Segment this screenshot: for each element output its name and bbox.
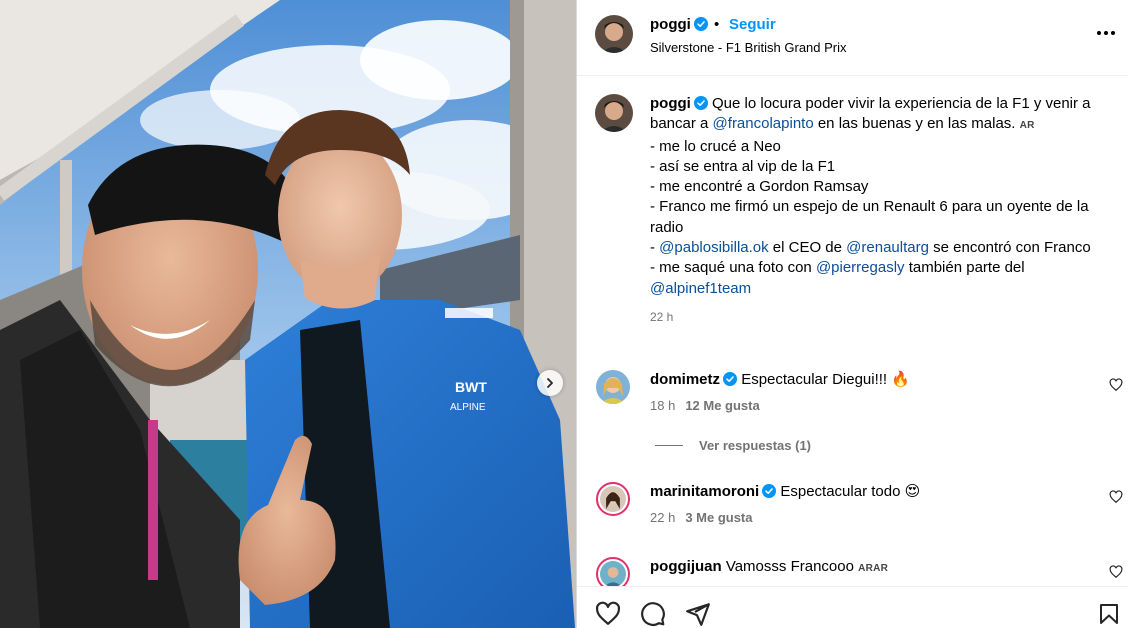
- commenter-username[interactable]: poggijuan: [650, 558, 722, 575]
- commenter-avatar[interactable]: [596, 482, 630, 516]
- caption-line: se encontró con Franco: [928, 239, 1091, 257]
- mention-link[interactable]: @alpinef1team: [650, 280, 751, 297]
- avatar-image: [595, 94, 633, 132]
- caption-item: - me lo crucé a Neo: [650, 137, 781, 155]
- post-header: poggi • Seguir Silverstone - F1 British …: [577, 0, 1128, 76]
- avatar-image: [596, 370, 630, 404]
- comment-likes[interactable]: 3 Me gusta: [685, 510, 752, 525]
- comment-bubble-icon: [641, 602, 665, 626]
- svg-text:ALPINE: ALPINE: [450, 402, 486, 413]
- mention-link[interactable]: @francolapinto: [713, 115, 814, 132]
- verified-badge-icon: [723, 372, 738, 386]
- commenter-username[interactable]: marinitamoroni: [650, 483, 759, 500]
- chevron-right-icon: [547, 378, 553, 388]
- paper-plane-icon: [686, 603, 710, 626]
- next-image-button[interactable]: [537, 370, 563, 396]
- view-replies-button[interactable]: Ver respuestas (1): [655, 438, 811, 453]
- more-options-button[interactable]: [1097, 26, 1119, 40]
- bookmark-icon: [1100, 604, 1118, 624]
- comment-button[interactable]: [640, 601, 666, 627]
- caption-author-avatar[interactable]: [595, 94, 633, 132]
- post-media[interactable]: BWT ALPINE: [0, 0, 576, 628]
- comment-likes[interactable]: 12 Me gusta: [685, 398, 759, 413]
- comment-body: Espectacular Diegui!!! 🔥: [741, 371, 910, 388]
- caption-line: - me saqué una foto con: [650, 259, 816, 277]
- verified-badge-icon: [762, 484, 777, 498]
- post-viewer: BWT ALPINE poggi • Seguir Silverstone - …: [0, 0, 1128, 628]
- avatar-image: [600, 561, 626, 587]
- comment-time[interactable]: 18 h: [650, 398, 675, 413]
- more-dot-icon: [1111, 31, 1115, 35]
- caption-item: - así se entra al vip de la F1: [650, 157, 836, 175]
- comment-meta: 18 h 12 Me gusta: [650, 398, 760, 413]
- flag-ar-icon: AR: [1019, 120, 1035, 132]
- mention-link[interactable]: @renaultarg: [846, 239, 929, 256]
- author-username[interactable]: poggi: [650, 16, 708, 33]
- comment-text: domimetz Espectacular Diegui!!! 🔥: [650, 370, 910, 390]
- avatar-image: [600, 486, 626, 512]
- caption-line: en las buenas y en las malas.: [813, 115, 1020, 133]
- caption-username[interactable]: poggi: [650, 95, 691, 112]
- comment-text: poggijuan Vamosss Francooo ARAR: [650, 557, 888, 579]
- commenter-username[interactable]: domimetz: [650, 371, 720, 388]
- comment-time[interactable]: 22 h: [650, 510, 675, 525]
- view-replies-label[interactable]: Ver respuestas (1): [699, 438, 811, 453]
- caption-timestamp[interactable]: 22 h: [650, 307, 1114, 327]
- caption-item: - me saqué una foto con @pierregasly tam…: [650, 258, 1114, 299]
- more-dot-icon: [1097, 31, 1101, 35]
- like-comment-heart-icon[interactable]: [1109, 565, 1123, 579]
- like-comment-heart-icon[interactable]: [1109, 490, 1123, 504]
- caption-item: - me encontré a Gordon Ramsay: [650, 178, 869, 196]
- like-comment-heart-icon[interactable]: [1109, 378, 1123, 392]
- comment-meta: 22 h 3 Me gusta: [650, 510, 753, 525]
- comment-body: Vamosss Francooo: [725, 558, 859, 575]
- share-button[interactable]: [685, 601, 711, 627]
- follow-button[interactable]: Seguir: [729, 16, 776, 33]
- caption-line: -: [650, 239, 660, 257]
- replies-divider: [655, 445, 683, 446]
- caption-line: también parte del: [904, 259, 1025, 277]
- svg-text:BWT: BWT: [455, 379, 487, 395]
- mention-link[interactable]: @pablosibilla.ok: [659, 239, 768, 256]
- flag-ar-icon: ARAR: [858, 563, 889, 574]
- commenter-avatar[interactable]: [596, 370, 630, 404]
- comment-text: marinitamoroni Espectacular todo 😍: [650, 482, 920, 502]
- caption-item: - @pablosibilla.ok el CEO de @renaultarg…: [650, 238, 1114, 258]
- mention-link[interactable]: @pierregasly: [816, 259, 905, 276]
- like-button[interactable]: [595, 601, 621, 627]
- avatar-image: [595, 15, 633, 53]
- post-action-bar: [577, 586, 1128, 628]
- caption-text: poggi Que lo locura poder vivir la exper…: [650, 94, 1114, 327]
- verified-badge-icon: [693, 17, 708, 31]
- save-button[interactable]: [1097, 601, 1121, 627]
- post-location[interactable]: Silverstone - F1 British Grand Prix: [650, 40, 847, 55]
- caption-line: el CEO de: [768, 239, 847, 257]
- heart-icon: [595, 601, 621, 625]
- more-dot-icon: [1104, 31, 1108, 35]
- caption-item: - Franco me firmó un espejo de un Renaul…: [650, 198, 1089, 236]
- author-username-text[interactable]: poggi: [650, 16, 691, 33]
- verified-badge-icon: [693, 96, 708, 110]
- author-avatar[interactable]: [595, 15, 633, 53]
- comment-body: Espectacular todo 😍: [780, 483, 921, 500]
- post-photo: BWT ALPINE: [0, 0, 576, 628]
- post-side-panel: poggi • Seguir Silverstone - F1 British …: [576, 0, 1128, 628]
- separator-dot: •: [714, 16, 720, 33]
